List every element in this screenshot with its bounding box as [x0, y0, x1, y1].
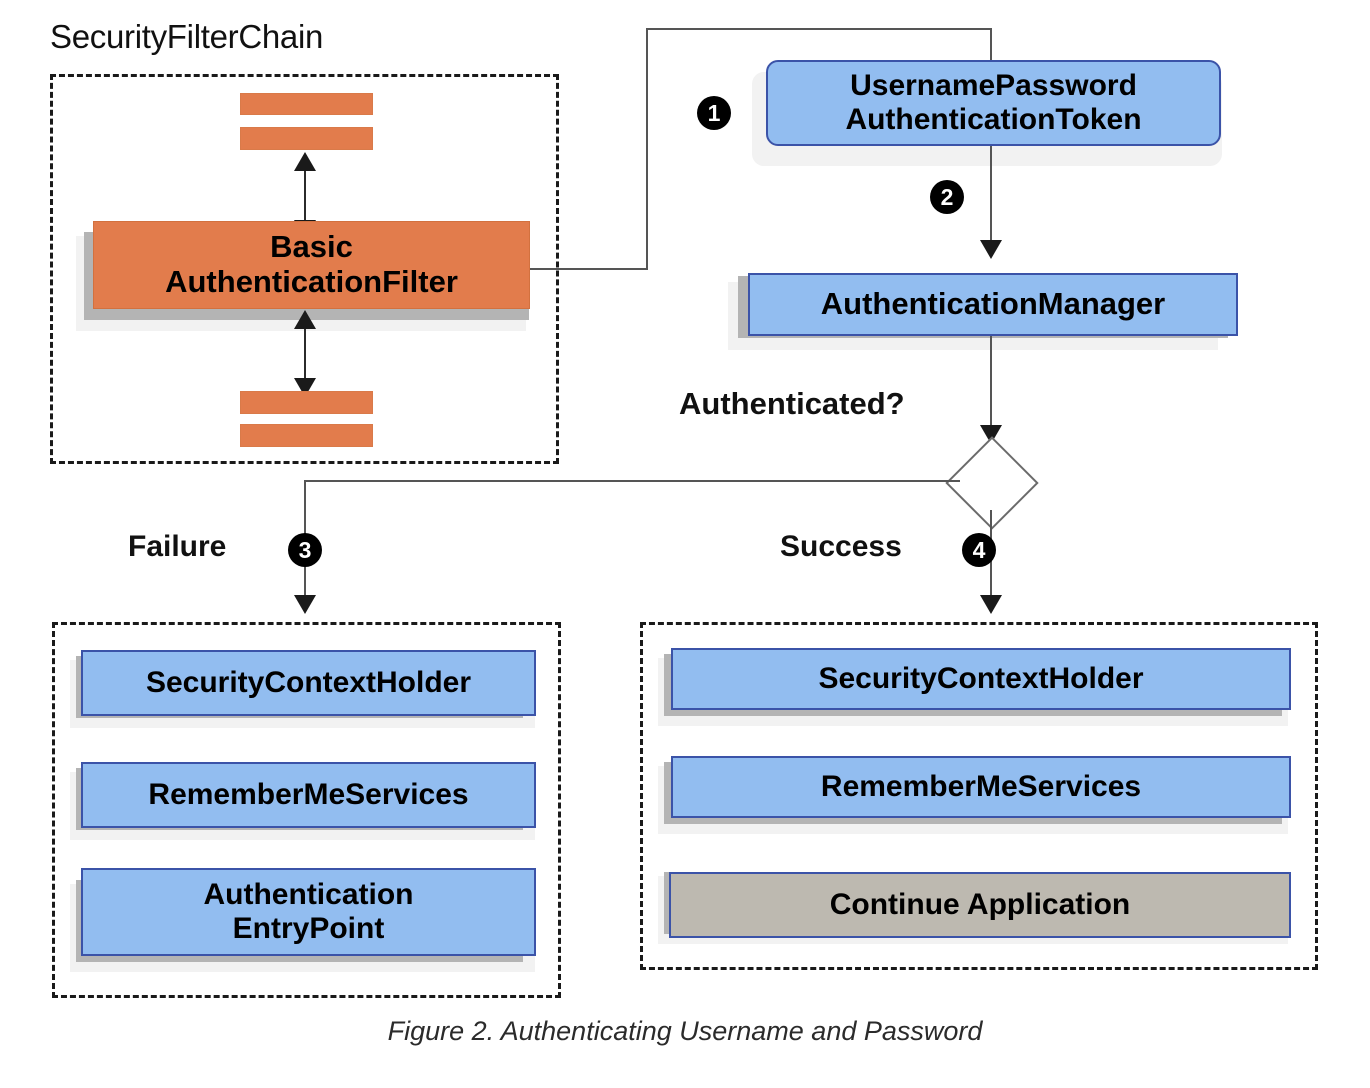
success-item-remember-me-services[interactable]: RememberMeServices — [671, 756, 1291, 818]
failure-branch-label: Failure — [128, 530, 227, 563]
filter-placeholder-bar-3 — [240, 391, 373, 414]
filter-placeholder-bar-4 — [240, 424, 373, 447]
success-item-continue-application[interactable]: Continue Application — [669, 872, 1291, 938]
manager-to-decision-line — [990, 336, 992, 435]
failure-item-1-label: SecurityContextHolder — [145, 666, 472, 700]
token-label-line2: AuthenticationToken — [845, 103, 1142, 136]
step-badge-4: 4 — [962, 533, 996, 567]
basic-auth-filter-label-line2: AuthenticationFilter — [165, 264, 458, 299]
success-item-1-label: SecurityContextHolder — [818, 662, 1144, 696]
authentication-manager-node[interactable]: AuthenticationManager — [748, 273, 1238, 336]
basic-authentication-filter-node[interactable]: Basic AuthenticationFilter — [93, 221, 530, 309]
failure-branch-arrow — [294, 595, 316, 614]
success-branch-label: Success — [780, 530, 902, 563]
filter-placeholder-bar-1 — [240, 93, 373, 115]
success-item-security-context-holder[interactable]: SecurityContextHolder — [671, 648, 1291, 710]
basic-auth-filter-label-line1: Basic — [270, 229, 353, 265]
failure-item-authentication-entry-point[interactable]: Authentication EntryPoint — [81, 868, 536, 956]
failure-item-remember-me-services[interactable]: RememberMeServices — [81, 762, 536, 828]
authentication-manager-label: AuthenticationManager — [820, 286, 1166, 322]
filter-connector-top-arrow-up — [294, 152, 316, 171]
token-to-manager-arrow — [980, 240, 1002, 259]
failure-branch-segment-h — [304, 480, 960, 482]
success-item-2-label: RememberMeServices — [820, 770, 1142, 804]
filter-placeholder-bar-2 — [240, 127, 373, 150]
filter-to-token-segment-h1 — [530, 268, 648, 270]
authenticated-decision-diamond[interactable] — [945, 436, 1039, 530]
filter-to-token-segment-h2 — [646, 28, 992, 30]
failure-item-2-label: RememberMeServices — [148, 778, 469, 812]
token-label-line1: UsernamePassword — [850, 69, 1137, 103]
authenticated-question-label: Authenticated? — [679, 386, 905, 421]
figure-caption: Figure 2. Authenticating Username and Pa… — [387, 1016, 983, 1046]
failure-item-security-context-holder[interactable]: SecurityContextHolder — [81, 650, 536, 716]
step-badge-1: 1 — [697, 96, 731, 130]
token-to-manager-line — [990, 146, 992, 249]
step-badge-2: 2 — [930, 180, 964, 214]
failure-item-3-label-line1: Authentication — [203, 878, 414, 912]
filter-to-token-drop — [990, 28, 992, 62]
security-filter-chain-title: SecurityFilterChain — [50, 18, 324, 55]
step-badge-3: 3 — [288, 533, 322, 567]
figure-canvas: SecurityFilterChain Basic Authentication… — [0, 0, 1370, 1088]
username-password-authentication-token-node[interactable]: UsernamePassword AuthenticationToken — [766, 60, 1221, 146]
filter-to-token-segment-v — [646, 28, 648, 270]
success-item-3-label: Continue Application — [829, 888, 1131, 922]
failure-item-3-label-line2: EntryPoint — [232, 912, 385, 945]
filter-connector-bottom-arrow-up — [294, 310, 316, 329]
success-branch-arrow — [980, 595, 1002, 614]
